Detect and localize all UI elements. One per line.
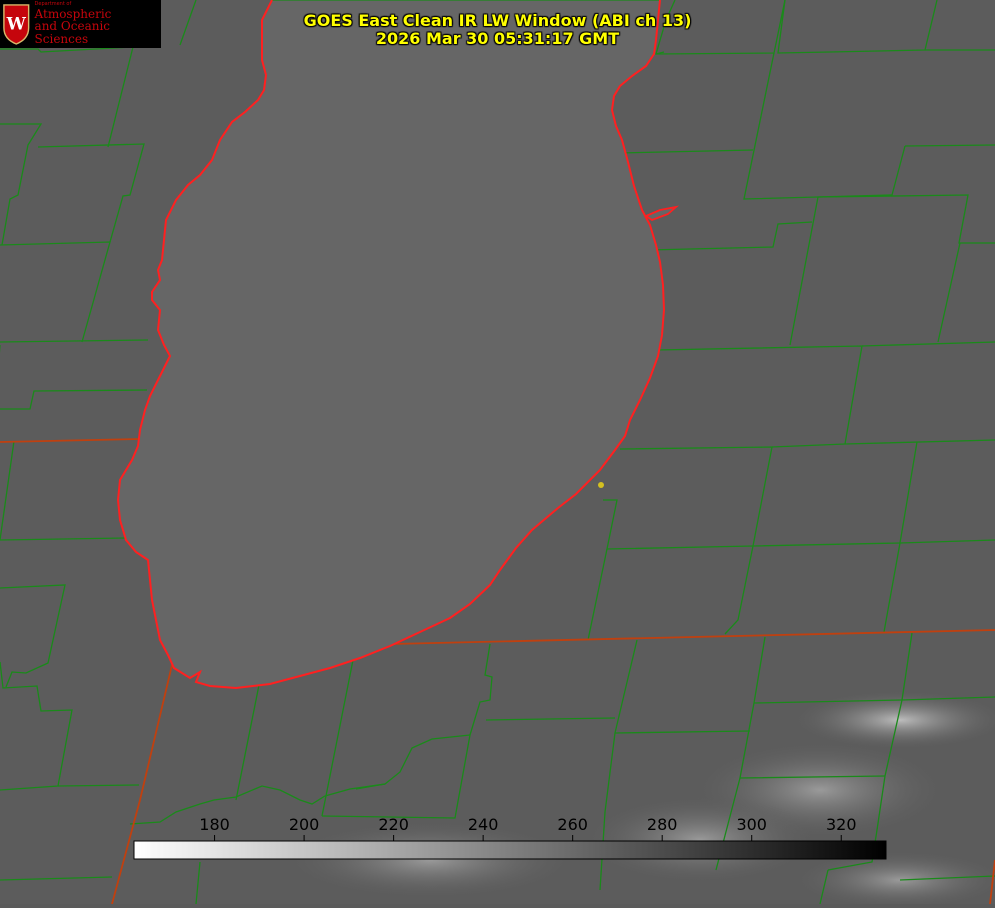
satellite-map: 180 200 220 240 260 280 300 320 W Department of… [0,0,995,908]
colorbar-tick-label: 280 [647,815,678,834]
colorbar-gradient [133,840,887,860]
satellite-imagery: 180 200 220 240 260 280 300 320 [0,0,995,908]
colorbar-tick-label: 320 [826,815,857,834]
colorbar-tick-label: 240 [468,815,499,834]
colorbar-tick-label: 260 [557,815,588,834]
location-marker [598,482,604,488]
colorbar-tick-label: 300 [736,815,767,834]
image-title: GOES East Clean IR LW Window (ABI ch 13)… [0,12,995,48]
title-timestamp: 2026 Mar 30 05:31:17 GMT [375,29,620,48]
colorbar-tick-label: 220 [378,815,409,834]
title-line1: GOES East Clean IR LW Window (ABI ch 13) [303,11,692,30]
colorbar-tick-label: 180 [199,815,230,834]
colorbar-tick-label: 200 [289,815,320,834]
